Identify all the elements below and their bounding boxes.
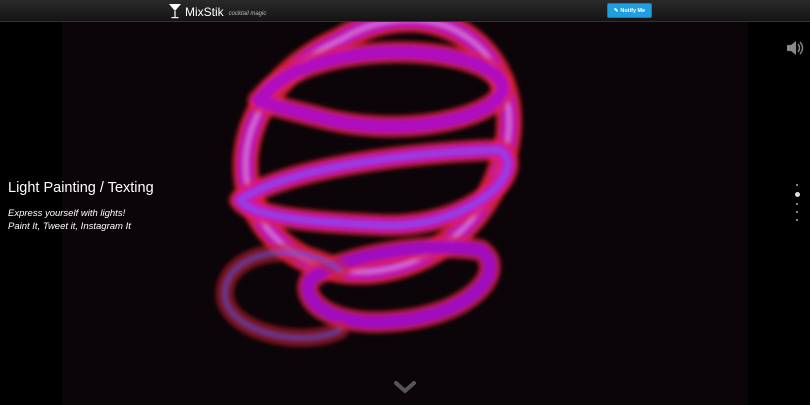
pencil-icon: ✎: [613, 8, 619, 14]
pagination-dot-active[interactable]: [794, 192, 800, 197]
brand-tagline: cocktail magic: [228, 11, 267, 17]
pagination-dot[interactable]: [796, 184, 798, 186]
hero-subtitle-line-1: Express yourself with lights!: [8, 208, 126, 219]
chevron-down-icon[interactable]: [393, 380, 417, 394]
hero-title: Light Painting / Texting: [8, 180, 154, 196]
speaker-icon[interactable]: [786, 40, 806, 56]
brand[interactable]: MixStik cocktail magic: [168, 3, 266, 19]
top-navbar: MixStik cocktail magic ✎ Notify Me: [0, 0, 810, 22]
pagination-dot[interactable]: [796, 211, 798, 213]
hero-subtitle-line-2: Paint It, Tweet it, Instagram It: [8, 221, 131, 232]
cocktail-glass-icon: [169, 4, 181, 19]
light-painting-image: [62, 21, 748, 405]
brand-name: MixStik: [185, 5, 224, 19]
notify-me-button[interactable]: ✎ Notify Me: [607, 3, 652, 18]
light-ribbon-art: [215, 21, 523, 347]
pagination-dot[interactable]: [796, 203, 798, 205]
pagination-dot[interactable]: [796, 219, 798, 221]
notify-me-label: Notify Me: [620, 8, 646, 14]
slide-pagination: [793, 184, 801, 227]
